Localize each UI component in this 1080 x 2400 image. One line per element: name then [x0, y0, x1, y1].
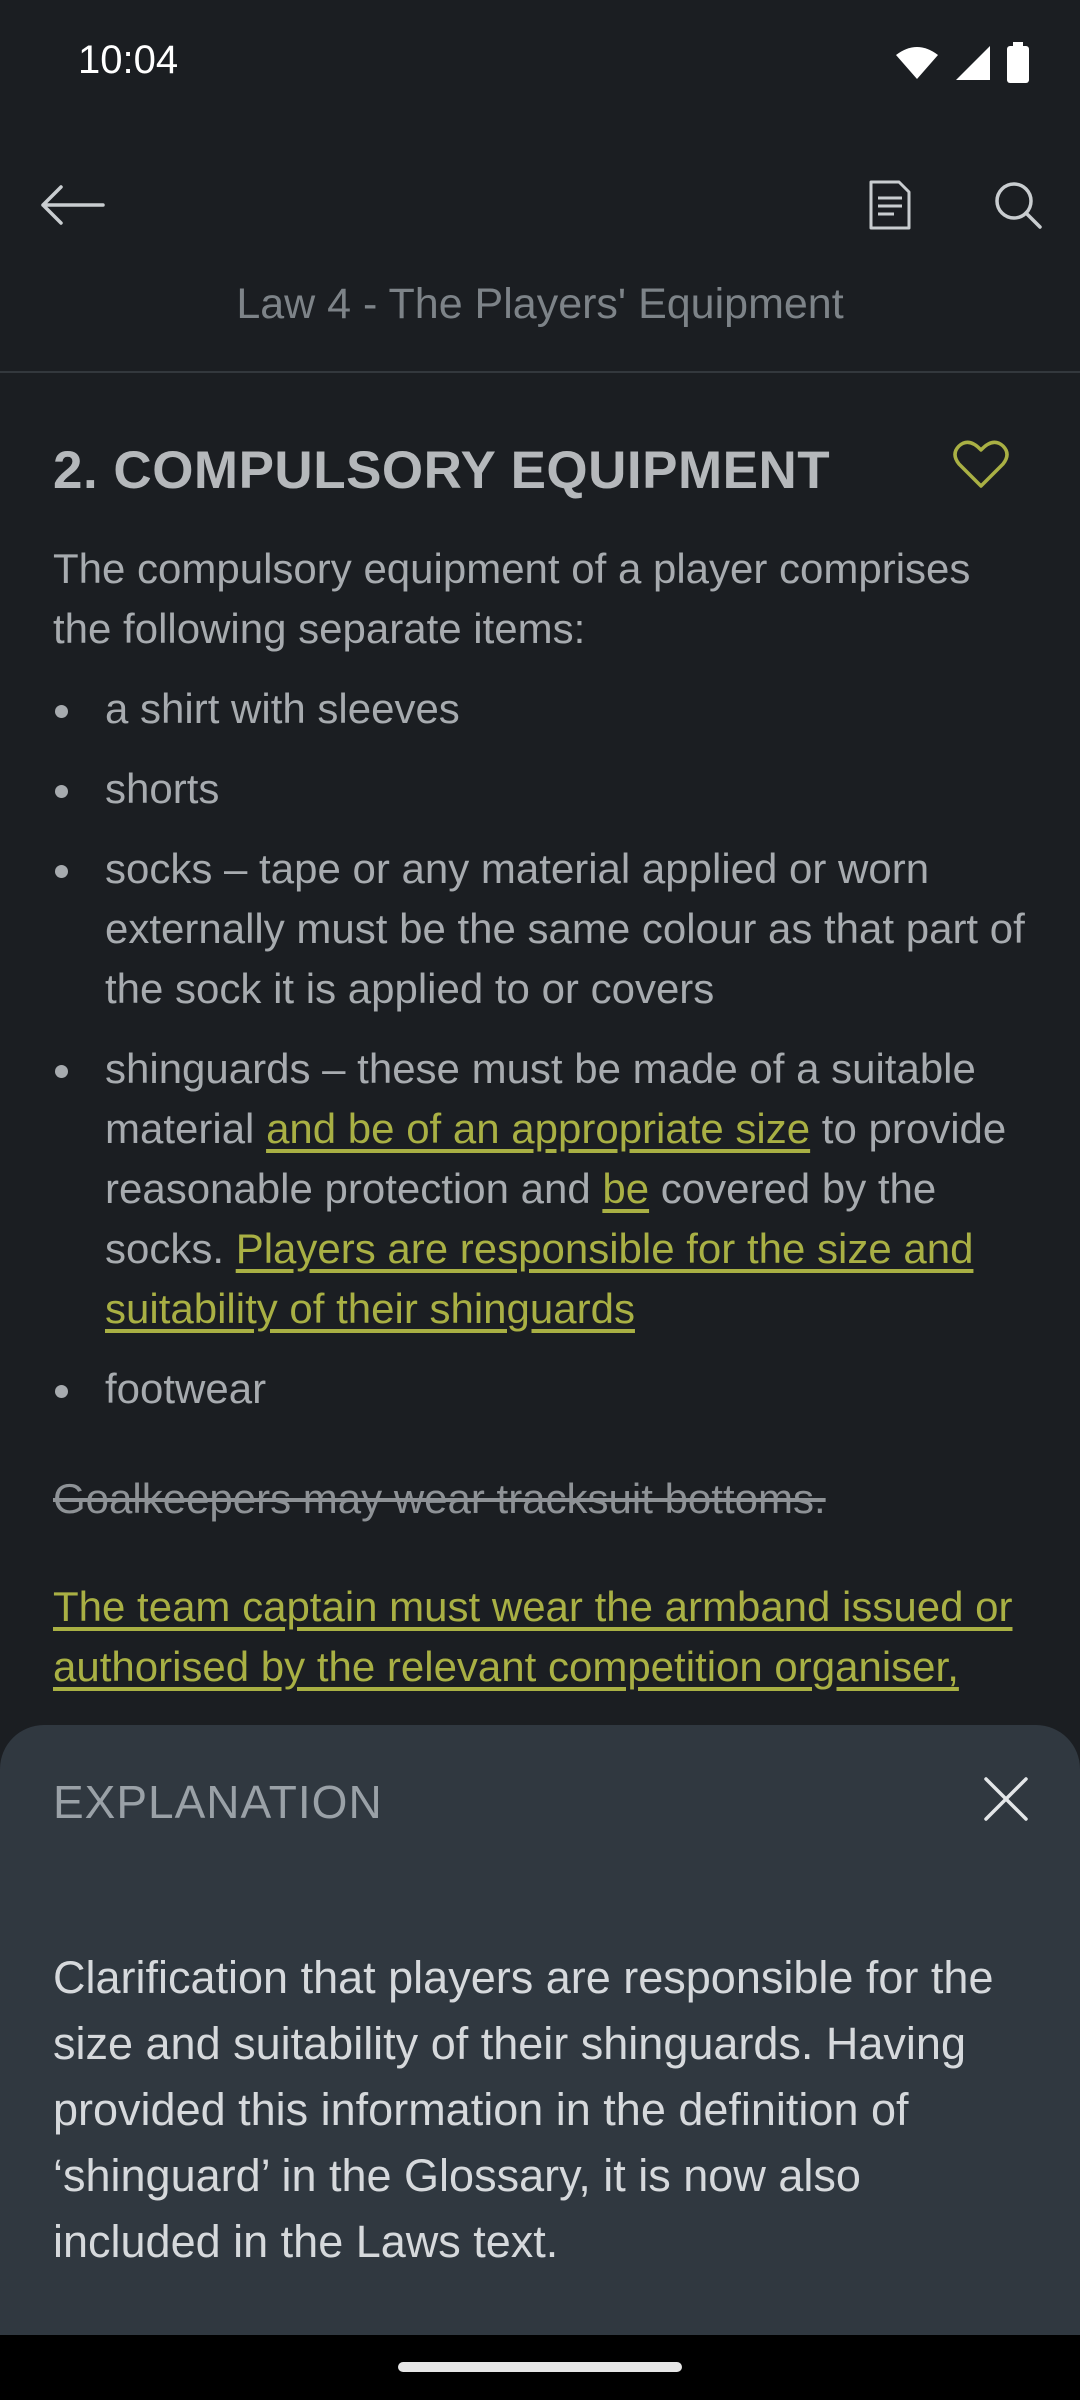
- wifi-icon: [896, 47, 938, 79]
- explanation-sheet: EXPLANATION Clarification that players a…: [0, 1725, 1080, 2335]
- search-icon: [995, 182, 1042, 229]
- deleted-text[interactable]: Goalkeepers may wear tracksuit bottoms.: [53, 1469, 1033, 1529]
- list-item: shorts: [53, 759, 1033, 819]
- added-text[interactable]: Players are responsible for the size and…: [105, 1225, 973, 1332]
- page-title: Law 4 - The Players' Equipment: [236, 280, 844, 328]
- battery-icon: [1007, 42, 1029, 83]
- app-toolbar: [0, 150, 1080, 260]
- status-time: 10:04: [78, 38, 179, 82]
- search-button[interactable]: [978, 170, 1058, 240]
- list-item: socks – tape or any material applied or …: [53, 839, 1033, 1019]
- list-item-shinguards: shinguards – these must be made of a sui…: [53, 1039, 1033, 1339]
- document-icon: [869, 180, 911, 230]
- close-button[interactable]: [976, 1769, 1036, 1829]
- heart-icon: [953, 440, 1009, 488]
- favorite-button[interactable]: [953, 438, 1009, 494]
- back-button[interactable]: [32, 170, 112, 240]
- added-text[interactable]: and be of an appropriate size: [266, 1105, 810, 1152]
- equipment-list: a shirt with sleeves shorts socks – tape…: [53, 679, 1033, 1419]
- home-indicator[interactable]: [398, 2362, 682, 2372]
- status-bar: 10:04: [0, 0, 1080, 130]
- signal-icon: [956, 46, 990, 80]
- added-text[interactable]: be: [602, 1165, 649, 1212]
- sheet-title: EXPLANATION: [53, 1776, 383, 1828]
- status-icons: [894, 42, 1030, 84]
- close-icon: [984, 1777, 1028, 1821]
- explanation-body: Clarification that players are responsib…: [53, 1952, 994, 2267]
- title-divider: [0, 371, 1080, 373]
- intro-paragraph: The compulsory equipment of a player com…: [53, 545, 971, 652]
- added-text-captain[interactable]: The team captain must wear the armband i…: [53, 1577, 1033, 1697]
- document-button[interactable]: [850, 170, 930, 240]
- list-item: footwear: [53, 1359, 1033, 1419]
- arrow-left-icon: [41, 185, 105, 225]
- list-item: a shirt with sleeves: [53, 679, 1033, 739]
- law-content: 2. COMPULSORY EQUIPMENT The compulsory e…: [53, 420, 1033, 1697]
- section-title: 2. COMPULSORY EQUIPMENT: [53, 441, 831, 500]
